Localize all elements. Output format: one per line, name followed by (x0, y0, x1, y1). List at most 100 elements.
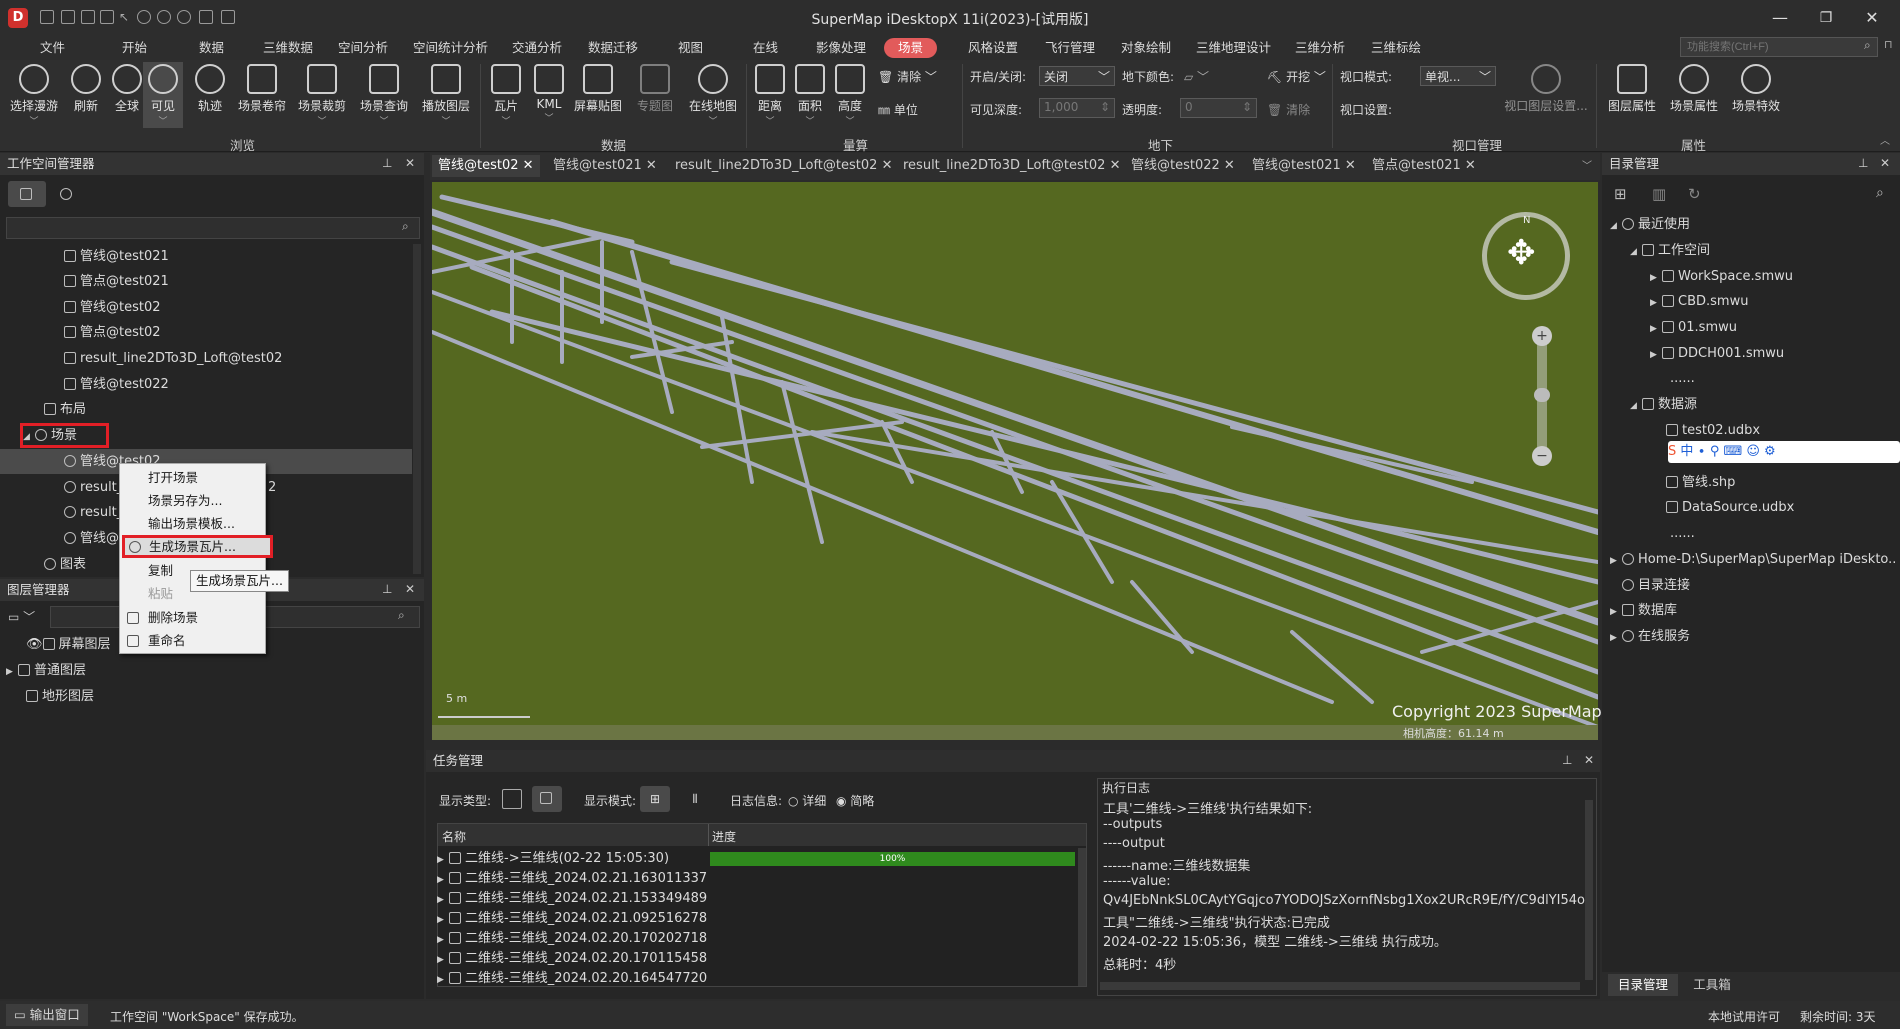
kml-button[interactable]: KML ﹀ (527, 62, 571, 128)
menu-data[interactable]: 数据 (199, 38, 224, 58)
menu-online[interactable]: 在线 (753, 38, 778, 58)
menu-rename[interactable]: 重命名 (120, 629, 265, 652)
col-progress-header[interactable]: 进度 (712, 828, 736, 845)
menu-export-template[interactable]: 输出场景模板... (120, 512, 265, 535)
menu-traffic[interactable]: 交通分析 (512, 38, 562, 58)
menu-3d-data[interactable]: 三维数据 (263, 38, 313, 58)
menu-spatial-stats[interactable]: 空间统计分析 (413, 38, 488, 58)
tree-item[interactable]: result_ (64, 475, 123, 500)
refresh-icon[interactable]: ↻ (1688, 185, 1701, 203)
scene-clip-button[interactable]: 场景裁剪 ﹀ (296, 62, 348, 128)
doc-tab[interactable]: 管线@test021 ✕ (1252, 155, 1356, 177)
zoom-in-button[interactable]: + (1532, 326, 1552, 346)
panel-close-icon[interactable]: ✕ (1880, 156, 1890, 170)
catalog-item[interactable]: ▶ CBD.smwu (1650, 289, 1748, 314)
viewport-layer-settings-button[interactable]: 视口图层设置... (1500, 62, 1592, 128)
underground-color-picker[interactable]: ▱ ﹀ (1184, 68, 1209, 85)
tree-item[interactable]: 管线@test022 (64, 372, 169, 397)
doc-tab-active[interactable]: 管线@test02 ✕ (432, 155, 540, 177)
pin-icon[interactable]: ⊓ (1884, 38, 1898, 54)
menu-save-scene-as[interactable]: 场景另存为... (120, 489, 265, 512)
distance-button[interactable]: 距离 ﹀ (750, 62, 790, 128)
table-row[interactable]: ▶ 二维线-三维线_2024.02.21.092516278 (437, 909, 707, 929)
panel-pin-icon[interactable]: ⊥ (1858, 156, 1868, 170)
tree-item[interactable]: 管线@ (64, 526, 119, 551)
close-button[interactable]: ✕ (1852, 6, 1892, 30)
grid-view-button[interactable]: ⊞ (640, 786, 670, 812)
catalog-recent[interactable]: ◢ 最近使用 (1610, 212, 1690, 237)
menu-start[interactable]: 开始 (122, 38, 147, 58)
navigation-compass[interactable]: N ✥ (1482, 212, 1570, 300)
catalog-online[interactable]: ▶ 在线服务 (1610, 624, 1690, 649)
tree-item[interactable]: 管点@test02 (64, 320, 161, 345)
visible-depth-input[interactable]: 1,000 ⇕ (1039, 98, 1115, 118)
detail-radio[interactable]: ○ 详细 (788, 792, 826, 809)
tab-toolbox[interactable]: 工具箱 (1682, 974, 1742, 996)
play-layer-button[interactable]: 播放图层 ﹀ (420, 62, 472, 128)
doc-tab[interactable]: 管线@test021 ✕ (553, 155, 657, 177)
workspace-tab-2[interactable] (60, 187, 76, 201)
tree-item-layout[interactable]: 布局 (44, 397, 86, 422)
toggle-combo[interactable]: 关闭 ﹀ (1039, 66, 1115, 86)
menu-generate-tiles[interactable]: 生成场景瓦片... (122, 535, 273, 558)
zoom-slider-thumb[interactable] (1534, 388, 1550, 402)
visible-button[interactable]: 可见 ﹀ (143, 62, 183, 128)
clear2-button[interactable]: 🗑 清除 (1267, 101, 1310, 118)
log-scrollbar[interactable] (1585, 800, 1593, 980)
panel-close-icon[interactable]: ✕ (405, 582, 415, 596)
doc-tab[interactable]: 管线@test022 ✕ (1131, 155, 1235, 177)
layer-screen[interactable]: 👁 屏幕图层 (26, 632, 111, 657)
catalog-item[interactable]: ▶ WorkSpace.smwu (1650, 264, 1793, 289)
close-tab-icon[interactable]: ✕ (1110, 158, 1121, 173)
menu-flight[interactable]: 飞行管理 (1045, 38, 1095, 58)
output-window-button[interactable]: ▭ 输出窗口 (6, 1004, 88, 1026)
column-view-button[interactable]: ⫴ (680, 786, 710, 812)
area-button[interactable]: 面积 ﹀ (790, 62, 830, 128)
online-map-button[interactable]: 在线地图 ﹀ (684, 62, 742, 128)
tree-item[interactable]: 管点@test021 (64, 269, 169, 294)
search-icon[interactable]: ⌕ (398, 608, 405, 623)
col-name-header[interactable]: 名称 (442, 828, 466, 845)
scene-swipe-button[interactable]: 场景卷帘 (236, 62, 288, 128)
menu-scene[interactable]: 场景 (884, 38, 938, 58)
task-scrollbar[interactable] (1078, 848, 1086, 986)
catalog-datasource[interactable]: ◢ 数据源 (1630, 392, 1697, 417)
menu-draw[interactable]: 对象绘制 (1121, 38, 1171, 58)
dig-button[interactable]: ⛏ 开挖 ﹀ (1267, 68, 1326, 85)
tree-item-chart[interactable]: 图表 (44, 552, 86, 577)
panel-close-icon[interactable]: ✕ (1584, 753, 1594, 767)
table-row[interactable]: ▶ 二维线-三维线_2024.02.20.170202718 (437, 929, 707, 949)
catalog-database[interactable]: ▶ 数据库 (1610, 598, 1677, 623)
log-hscrollbar[interactable] (1100, 982, 1580, 990)
menu-delete-scene[interactable]: 删除场景 (120, 606, 265, 629)
tree-item-scene[interactable]: ◢ 场景 (20, 423, 109, 448)
tree-item[interactable]: result_line2DTo3D_Loft@test02 (64, 346, 282, 371)
tree-item[interactable]: 管线@test021 (64, 244, 169, 269)
scene-viewport[interactable] (432, 182, 1598, 740)
transparency-input[interactable]: 0 ⇕ (1180, 98, 1257, 118)
function-search-input[interactable] (1680, 37, 1878, 57)
catalog-item[interactable]: DataSource.udbx (1666, 495, 1794, 520)
table-row[interactable]: ▶ 二维线-三维线_2024.02.20.170115458 (437, 949, 707, 969)
doc-tab[interactable]: result_line2DTo3D_Loft@test02 ✕ (675, 155, 892, 177)
display-type-list-button[interactable] (502, 789, 522, 809)
tab-list-icon[interactable]: ﹀ (1582, 157, 1592, 172)
catalog-item[interactable]: ▶ 01.smwu (1650, 315, 1737, 340)
catalog-more[interactable]: ...... (1670, 366, 1695, 391)
close-tab-icon[interactable]: ✕ (1224, 158, 1235, 173)
tile-button[interactable]: 瓦片 ﹀ (484, 62, 528, 128)
catalog-item[interactable]: test02.udbx (1666, 418, 1760, 443)
eye-icon[interactable]: 👁 (26, 637, 43, 652)
screen-overlay-button[interactable]: 屏幕贴图 (570, 62, 626, 128)
close-tab-icon[interactable]: ✕ (646, 158, 657, 173)
layer-properties-button[interactable]: 图层属性 (1604, 62, 1660, 128)
table-row[interactable]: ▶ 二维线-三维线_2024.02.21.153349489 (437, 889, 707, 909)
menu-spatial-analysis[interactable]: 空间分析 (338, 38, 388, 58)
pan-arrows-icon[interactable]: ✥ (1507, 231, 1536, 275)
zoom-out-button[interactable]: − (1532, 446, 1552, 466)
workspace-search-input[interactable] (6, 217, 420, 239)
menu-migration[interactable]: 数据迁移 (588, 38, 638, 58)
table-row[interactable]: ▶ 二维线-三维线_2024.02.20.164547720 (437, 969, 707, 989)
catalog-connection[interactable]: 目录连接 (1622, 573, 1690, 598)
delete-icon[interactable]: ▥ (1652, 185, 1666, 203)
